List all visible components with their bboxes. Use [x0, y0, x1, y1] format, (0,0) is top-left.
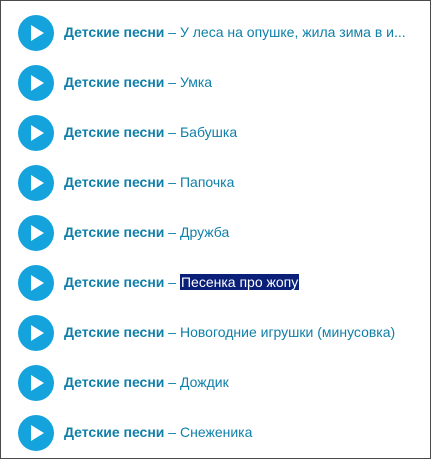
track-separator: – [168, 224, 177, 240]
track-row: Детские песни – Бабушка [1, 105, 430, 155]
track-song-link[interactable]: Бабушка [180, 124, 237, 140]
track-separator: – [168, 74, 177, 90]
track-row: Детские песни – Дружба [1, 205, 430, 255]
play-button[interactable] [18, 165, 54, 201]
track-artist-link[interactable]: Детские песни [64, 174, 164, 190]
track-song-link[interactable]: Снеженика [180, 424, 252, 440]
play-icon [31, 125, 44, 141]
track-row: Детские песни – Умка [1, 55, 430, 105]
track-row: Детские песни – У леса на опушке, жила з… [1, 5, 430, 55]
track-song-link[interactable]: Дружба [180, 224, 229, 240]
play-button[interactable] [18, 365, 54, 401]
track-artist-link[interactable]: Детские песни [64, 74, 164, 90]
track-separator: – [168, 274, 177, 290]
track-title: Детские песни – Снеженика [64, 423, 420, 441]
play-button[interactable] [18, 215, 54, 251]
track-row: Детские песни – Дождик [1, 355, 430, 405]
track-title: Детские песни – Бабушка [64, 123, 420, 141]
track-artist-link[interactable]: Детские песни [64, 374, 164, 390]
track-separator: – [168, 174, 177, 190]
track-separator: – [168, 24, 177, 40]
play-icon [31, 325, 44, 341]
track-title: Детские песни – Умка [64, 73, 420, 91]
track-separator: – [168, 424, 177, 440]
play-button[interactable] [18, 415, 54, 451]
track-artist-link[interactable]: Детские песни [64, 424, 164, 440]
track-title: Детские песни – У леса на опушке, жила з… [64, 23, 420, 41]
play-icon [31, 275, 44, 291]
track-artist-link[interactable]: Детские песни [64, 324, 164, 340]
track-row: Детские песни – Песенка про жопу [1, 255, 430, 305]
track-artist-link[interactable]: Детские песни [64, 274, 164, 290]
play-button[interactable] [18, 315, 54, 351]
play-button[interactable] [18, 265, 54, 301]
play-icon [31, 75, 44, 91]
track-row: Детские песни – Снеженика [1, 405, 430, 455]
track-song-link-selected[interactable]: Песенка про жопу [179, 274, 300, 290]
track-row: Детские песни – Папочка [1, 155, 430, 205]
track-title: Детские песни – Папочка [64, 173, 420, 191]
play-icon [31, 225, 44, 241]
play-icon [31, 175, 44, 191]
track-artist-link[interactable]: Детские песни [64, 124, 164, 140]
play-icon [31, 25, 44, 41]
track-song-link[interactable]: Папочка [180, 174, 234, 190]
track-list: Детские песни – У леса на опушке, жила з… [1, 5, 430, 455]
play-icon [31, 425, 44, 441]
track-song-link[interactable]: Дождик [180, 374, 229, 390]
track-title: Детские песни – Новогодние игрушки (мину… [64, 323, 420, 341]
play-button[interactable] [18, 15, 54, 51]
track-song-link[interactable]: Умка [180, 74, 212, 90]
track-separator: – [168, 324, 177, 340]
track-artist-link[interactable]: Детские песни [64, 24, 164, 40]
playlist-frame: Детские песни – У леса на опушке, жила з… [0, 0, 431, 459]
track-row: Детские песни – Новогодние игрушки (мину… [1, 305, 430, 355]
play-button[interactable] [18, 115, 54, 151]
track-song-link[interactable]: У леса на опушке, жила зима в и... [180, 24, 406, 40]
track-title: Детские песни – Дружба [64, 223, 420, 241]
track-artist-link[interactable]: Детские песни [64, 224, 164, 240]
track-title: Детские песни – Дождик [64, 373, 420, 391]
track-song-link[interactable]: Новогодние игрушки (минусовка) [180, 324, 395, 340]
play-icon [31, 375, 44, 391]
track-title: Детские песни – Песенка про жопу [64, 273, 420, 291]
play-button[interactable] [18, 65, 54, 101]
track-separator: – [168, 124, 177, 140]
track-separator: – [168, 374, 177, 390]
